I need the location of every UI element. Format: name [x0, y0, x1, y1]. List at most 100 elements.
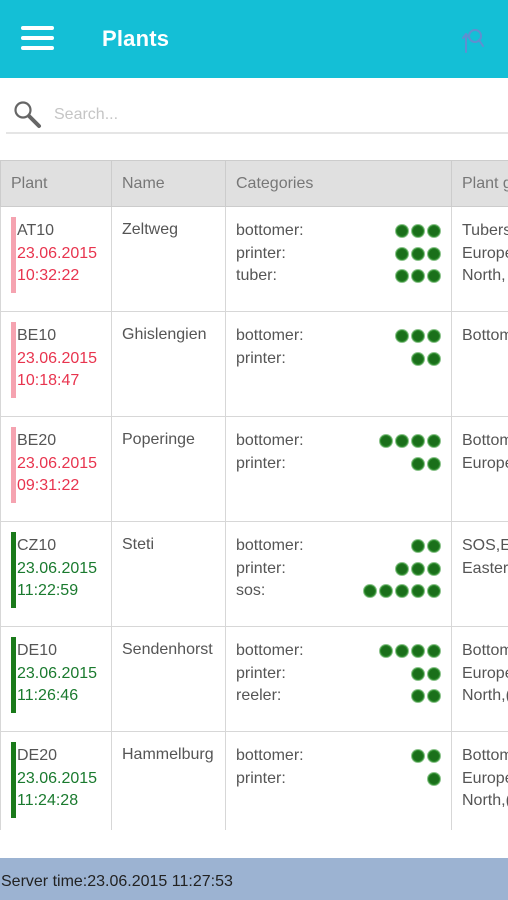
machine-status-dots: [395, 246, 441, 261]
status-dot-icon: [411, 329, 425, 344]
plant-group: Bottom: [462, 327, 508, 344]
plant-code: DE10: [17, 642, 58, 659]
plant-group: Bottom: [462, 642, 508, 659]
category-label: bottomer:: [236, 642, 304, 659]
search-input[interactable]: [52, 100, 496, 130]
categories-cell: bottomer: printer: sos:: [225, 521, 452, 627]
plant-groups-cell: Bottom Europe North,(: [451, 731, 508, 830]
plant-group: Bottom: [462, 747, 508, 764]
status-dot-icon: [411, 351, 425, 366]
plant-date: 23.06.2015: [17, 664, 98, 682]
machine-status-dots: [411, 689, 441, 704]
plant-group: Easter: [462, 559, 508, 577]
plant-name[interactable]: Steti: [111, 521, 226, 627]
sort-icon[interactable]: [458, 26, 488, 54]
plant-name[interactable]: Ghislengien: [111, 311, 226, 417]
status-bar: [11, 742, 16, 818]
plant-date: 23.06.2015: [17, 559, 98, 577]
table-row[interactable]: DE20 23.06.2015 11:24:28 Hammelburg bottomer…: [0, 731, 508, 830]
plants-table: Plant Name Categories Plant g AT10 23.06.…: [0, 160, 508, 830]
status-dot-icon: [411, 224, 425, 239]
table-row[interactable]: BE10 23.06.2015 10:18:47 Ghislengien bottome…: [0, 311, 508, 417]
plant-time: 11:22:59: [17, 582, 79, 599]
status-dot-icon: [427, 644, 441, 659]
column-header-plant[interactable]: Plant: [0, 160, 112, 207]
category-row: printer:: [236, 768, 441, 791]
column-header-categories[interactable]: Categories: [225, 160, 452, 207]
hamburger-menu-icon[interactable]: [21, 26, 54, 50]
machine-status-dots: [411, 666, 441, 681]
status-dot-icon: [379, 584, 393, 599]
plant-group: Europe: [462, 664, 508, 682]
status-dot-icon: [411, 666, 425, 681]
table-row[interactable]: BE20 23.06.2015 09:31:22 Poperinge bottomer:…: [0, 416, 508, 522]
table-row[interactable]: AT10 23.06.2015 10:32:22 Zeltweg bottomer: pr…: [0, 206, 508, 312]
plant-cell[interactable]: BE10 23.06.2015 10:18:47: [0, 311, 112, 417]
plant-groups-cell: Bottom: [451, 311, 508, 417]
status-dot-icon: [395, 269, 409, 284]
status-dot-icon: [411, 246, 425, 261]
page-title: Plants: [102, 26, 170, 51]
status-dot-icon: [395, 561, 409, 576]
plant-code: DE20: [17, 747, 58, 764]
category-label: printer:: [236, 559, 286, 577]
categories-cell: bottomer: printer:: [225, 416, 452, 522]
category-label: printer:: [236, 664, 286, 682]
plant-name[interactable]: Poperinge: [111, 416, 226, 522]
plant-name[interactable]: Sendenhorst: [111, 626, 226, 732]
plant-cell[interactable]: CZ10 23.06.2015 11:22:59: [0, 521, 112, 627]
table-row[interactable]: CZ10 23.06.2015 11:22:59 Steti bottomer: prin…: [0, 521, 508, 627]
app-bar: Plants: [0, 0, 508, 78]
category-row: printer:: [236, 348, 441, 371]
status-dot-icon: [427, 689, 441, 704]
categories-cell: bottomer: printer:: [225, 311, 452, 417]
status-dot-icon: [427, 771, 441, 786]
plant-time: 11:24:28: [17, 792, 79, 809]
categories-cell: bottomer: printer:: [225, 731, 452, 830]
category-row: bottomer:: [236, 745, 441, 768]
column-header-name[interactable]: Name: [111, 160, 226, 207]
status-dot-icon: [427, 666, 441, 681]
category-row: bottomer:: [236, 535, 441, 558]
status-dot-icon: [411, 456, 425, 471]
status-dot-icon: [395, 246, 409, 261]
plant-group: Tubers: [462, 222, 508, 239]
plant-name[interactable]: Hammelburg: [111, 731, 226, 830]
plant-group: Bottom: [462, 432, 508, 449]
status-dot-icon: [411, 561, 425, 576]
search-underline: [6, 132, 508, 134]
machine-status-dots: [411, 351, 441, 366]
plant-name[interactable]: Zeltweg: [111, 206, 226, 312]
category-label: bottomer:: [236, 327, 304, 344]
table-body: AT10 23.06.2015 10:32:22 Zeltweg bottomer: pr…: [0, 206, 508, 830]
plant-groups-cell: SOS,E Easter: [451, 521, 508, 627]
server-time: Server time:23.06.2015 11:27:53: [1, 873, 233, 890]
plant-code: BE10: [17, 327, 57, 344]
machine-status-dots: [395, 329, 441, 344]
plant-group: North,(: [462, 687, 508, 704]
plant-cell[interactable]: AT10 23.06.2015 10:32:22: [0, 206, 112, 312]
plant-group: North,: [462, 267, 506, 284]
plant-groups-cell: Tubers Europe North,: [451, 206, 508, 312]
status-dot-icon: [427, 246, 441, 261]
plant-group: Europe: [462, 769, 508, 787]
table-row[interactable]: DE10 23.06.2015 11:26:46 Sendenhorst bottome…: [0, 626, 508, 732]
plant-cell[interactable]: DE10 23.06.2015 11:26:46: [0, 626, 112, 732]
category-row: printer:: [236, 243, 441, 266]
column-header-plant-groups[interactable]: Plant g: [451, 160, 508, 207]
category-row: sos:: [236, 580, 441, 603]
plant-date: 23.06.2015: [17, 244, 98, 262]
plant-cell[interactable]: BE20 23.06.2015 09:31:22: [0, 416, 112, 522]
plant-date: 23.06.2015: [17, 349, 98, 367]
category-row: bottomer:: [236, 430, 441, 453]
category-label: bottomer:: [236, 432, 304, 449]
plant-code: BE20: [17, 432, 57, 449]
plant-cell[interactable]: DE20 23.06.2015 11:24:28: [0, 731, 112, 830]
status-dot-icon: [395, 434, 409, 449]
status-dot-icon: [411, 584, 425, 599]
plant-time: 10:32:22: [17, 267, 80, 284]
plant-date: 23.06.2015: [17, 454, 98, 472]
status-dot-icon: [395, 329, 409, 344]
category-row: tuber:: [236, 265, 441, 288]
status-dot-icon: [395, 644, 409, 659]
